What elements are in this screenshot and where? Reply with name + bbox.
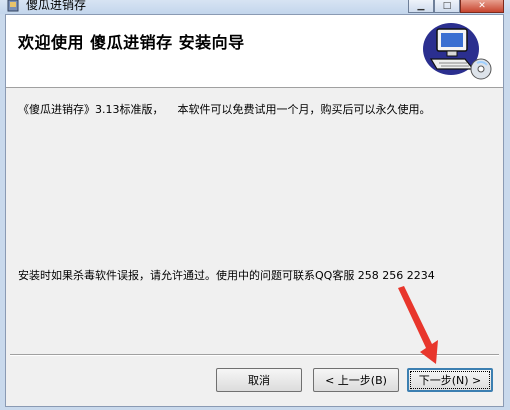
wizard-header: 欢迎使用 傻瓜进销存 安装向导 bbox=[6, 15, 503, 88]
red-arrow-icon bbox=[398, 286, 438, 364]
computer-setup-icon bbox=[423, 23, 492, 80]
notice-text: 安装时如果杀毒软件误报，请允许通过。使用中的问题可联系QQ客服 258 256 … bbox=[18, 269, 435, 282]
close-icon: ✕ bbox=[478, 0, 486, 11]
app-icon bbox=[7, 0, 19, 12]
maximize-button[interactable]: □ bbox=[434, 0, 460, 13]
caption-buttons: ▁ □ ✕ bbox=[408, 0, 504, 13]
maximize-icon: □ bbox=[442, 0, 452, 11]
window-title: 傻瓜进销存 bbox=[26, 0, 87, 12]
close-button[interactable]: ✕ bbox=[460, 0, 504, 13]
minimize-button[interactable]: ▁ bbox=[408, 0, 434, 13]
title-bar: 傻瓜进销存 ▁ □ ✕ bbox=[0, 0, 510, 14]
back-button[interactable]: < 上一步(B) bbox=[313, 368, 399, 392]
next-button[interactable]: 下一步(N) > bbox=[407, 368, 493, 392]
intro-text: 《傻瓜进销存》3.13标准版， 本软件可以免费试用一个月，购买后可以永久使用。 bbox=[18, 103, 431, 116]
wizard-heading: 欢迎使用 傻瓜进销存 安装向导 bbox=[18, 33, 245, 52]
cancel-button[interactable]: 取消 bbox=[216, 368, 302, 392]
minimize-icon: ▁ bbox=[417, 0, 425, 11]
